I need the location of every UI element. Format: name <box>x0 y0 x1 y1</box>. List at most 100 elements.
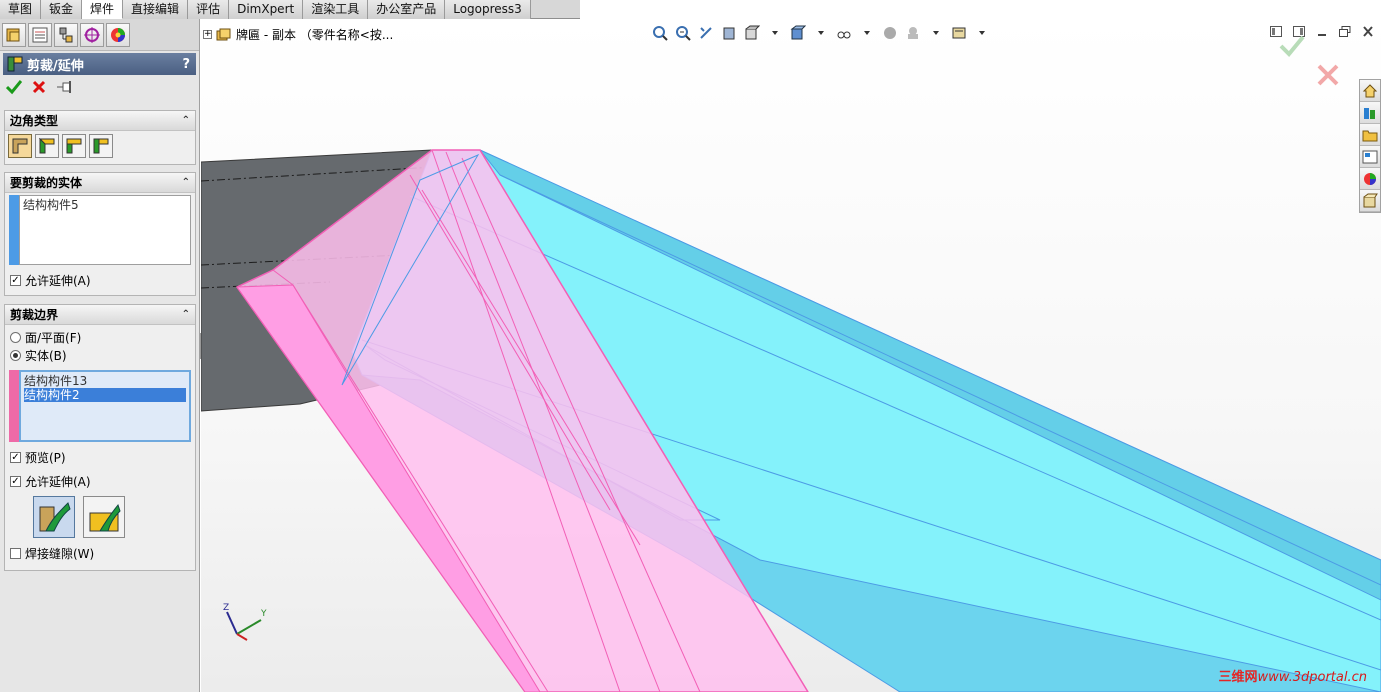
list-item[interactable]: 结构构件13 <box>24 374 186 388</box>
list-item-selected[interactable]: 结构构件2 <box>24 388 186 402</box>
previous-view-icon[interactable] <box>696 23 716 43</box>
simple-cut-icon <box>39 502 71 532</box>
face-plane-radio[interactable]: 面/平面(F) <box>5 328 195 346</box>
end-butt1-icon <box>66 138 82 154</box>
cancel-button[interactable] <box>32 80 46 97</box>
bodies-to-trim-group: 要剪裁的实体 ⌃ 结构构件5 ✓ 允许延伸(A) <box>4 172 196 296</box>
end-butt1-button[interactable] <box>62 134 86 158</box>
section-view-icon[interactable] <box>719 23 739 43</box>
display-style-icon[interactable] <box>788 23 808 43</box>
3d-model-scene <box>201 149 1381 692</box>
collapse-icon[interactable]: ⌃ <box>182 111 190 131</box>
bodies-to-trim-list[interactable]: 结构构件5 <box>19 195 191 265</box>
zoom-to-area-icon[interactable] <box>673 23 693 43</box>
ok-button[interactable] <box>5 79 23 98</box>
corner-type-group: 边角类型 ⌃ <box>4 110 196 165</box>
tab-dimxpert[interactable]: DimXpert <box>229 0 304 19</box>
tab-logopress3[interactable]: Logopress3 <box>445 0 531 19</box>
hide-show-items-icon[interactable] <box>834 23 854 43</box>
allow-extension-checkbox-2[interactable]: ✓ 允许延伸(A) <box>5 472 195 490</box>
trim-boundary-group: 剪裁边界 ⌃ 面/平面(F) 实体(B) 结构构件13 结构构件2 ✓ 预览(P… <box>4 304 196 571</box>
group-header-trim-boundary[interactable]: 剪裁边界 ⌃ <box>5 305 195 325</box>
dimxpert-manager-icon[interactable] <box>80 22 104 47</box>
chevron-down-icon[interactable] <box>811 23 831 43</box>
tab-evaluate[interactable]: 评估 <box>188 0 230 19</box>
view-palette-icon[interactable] <box>1360 146 1380 168</box>
tab-sketch[interactable]: 草图 <box>0 0 42 19</box>
trim-extend-icon <box>7 56 23 72</box>
selection-color-swatch <box>9 195 19 265</box>
simple-cut-button[interactable] <box>33 496 75 538</box>
view-settings-icon[interactable] <box>949 23 969 43</box>
collapse-icon[interactable]: ⌃ <box>182 305 190 325</box>
home-icon[interactable] <box>1360 80 1380 102</box>
checkbox-unchecked[interactable] <box>10 547 21 559</box>
restore-icon[interactable] <box>1337 25 1352 38</box>
tab-direct-editing[interactable]: 直接编辑 <box>123 0 189 19</box>
coped-cut-button[interactable] <box>83 496 125 538</box>
property-manager-icon[interactable] <box>28 22 52 47</box>
file-explorer-icon[interactable] <box>1360 124 1380 146</box>
property-manager-panel: 剪裁/延伸 ? 边角类型 ⌃ 要剪裁的实体 ⌃ 结构构件5 ✓ 允许延伸(A) … <box>0 19 200 692</box>
confirmation-cancel-icon[interactable] <box>1315 62 1341 88</box>
manager-tabs <box>0 19 199 51</box>
tab-weldments[interactable]: 焊件 <box>82 0 124 19</box>
tab-sheet-metal[interactable]: 钣金 <box>41 0 83 19</box>
close-window-icon[interactable] <box>1360 25 1375 38</box>
end-butt2-button[interactable] <box>89 134 113 158</box>
end-butt2-icon <box>93 138 109 154</box>
appearances-icon[interactable] <box>1360 168 1380 190</box>
task-pane-tabs <box>1359 79 1381 213</box>
tab-render-tools[interactable]: 渲染工具 <box>303 0 369 19</box>
feature-tree-flyout[interactable]: + 牌匾 - 副本 （零件名称<按... <box>203 26 393 43</box>
edit-appearance-icon[interactable] <box>880 23 900 43</box>
apply-scene-icon[interactable] <box>903 23 923 43</box>
selection-color-swatch <box>9 370 19 442</box>
checkbox-checked[interactable]: ✓ <box>10 451 21 463</box>
expand-icon[interactable]: + <box>203 30 212 39</box>
coordinate-triad-icon: Z Y <box>223 603 267 641</box>
group-header-bodies-to-trim[interactable]: 要剪裁的实体 ⌃ <box>5 173 195 193</box>
checkmark-icon <box>5 79 23 94</box>
coped-cut-icon <box>89 503 121 532</box>
close-icon <box>32 80 46 93</box>
radio-button-selected[interactable] <box>10 349 21 361</box>
weld-gap-checkbox[interactable]: 焊接缝隙(W) <box>5 544 195 562</box>
graphics-area[interactable]: + 牌匾 - 副本 （零件名称<按... Z Y 三维网www.3dportal… <box>201 19 1381 692</box>
chevron-down-icon[interactable] <box>857 23 877 43</box>
checkbox-checked[interactable]: ✓ <box>10 274 21 286</box>
preview-checkbox[interactable]: ✓ 预览(P) <box>5 448 195 466</box>
view-orientation-icon[interactable] <box>742 23 762 43</box>
end-miter-button[interactable] <box>35 134 59 158</box>
heads-up-view-toolbar <box>650 23 992 43</box>
chevron-down-icon[interactable] <box>765 23 785 43</box>
chevron-down-icon[interactable] <box>972 23 992 43</box>
end-trim-button[interactable] <box>8 134 32 158</box>
end-trim-icon <box>12 138 28 154</box>
configuration-manager-icon[interactable] <box>54 22 78 47</box>
zoom-to-fit-icon[interactable] <box>650 23 670 43</box>
page-title: 剪裁/延伸 <box>27 58 84 74</box>
list-item[interactable]: 结构构件5 <box>23 198 187 212</box>
checkbox-checked[interactable]: ✓ <box>10 475 21 487</box>
chevron-down-icon[interactable] <box>926 23 946 43</box>
radio-button[interactable] <box>10 331 21 343</box>
property-manager-title-bar: 剪裁/延伸 ? <box>3 53 196 75</box>
help-button[interactable]: ? <box>182 57 190 72</box>
display-manager-icon[interactable] <box>106 22 130 47</box>
svg-text:Z: Z <box>223 603 229 613</box>
keep-visible-button[interactable] <box>56 80 74 97</box>
feature-manager-icon[interactable] <box>2 22 26 47</box>
design-library-icon[interactable] <box>1360 102 1380 124</box>
group-header-corner-type[interactable]: 边角类型 ⌃ <box>5 111 195 131</box>
bodies-radio[interactable]: 实体(B) <box>5 346 195 364</box>
custom-properties-icon[interactable] <box>1360 190 1380 212</box>
part-name-label: 牌匾 - 副本 （零件名称<按... <box>236 28 394 42</box>
tab-office-products[interactable]: 办公室产品 <box>368 0 446 19</box>
collapse-icon[interactable]: ⌃ <box>182 173 190 193</box>
trim-boundary-list[interactable]: 结构构件13 结构构件2 <box>19 370 191 442</box>
allow-extension-checkbox-1[interactable]: ✓ 允许延伸(A) <box>5 271 195 289</box>
pushpin-icon <box>57 80 71 93</box>
confirmation-ok-icon[interactable] <box>1278 32 1306 60</box>
minimize-icon[interactable] <box>1314 25 1329 38</box>
